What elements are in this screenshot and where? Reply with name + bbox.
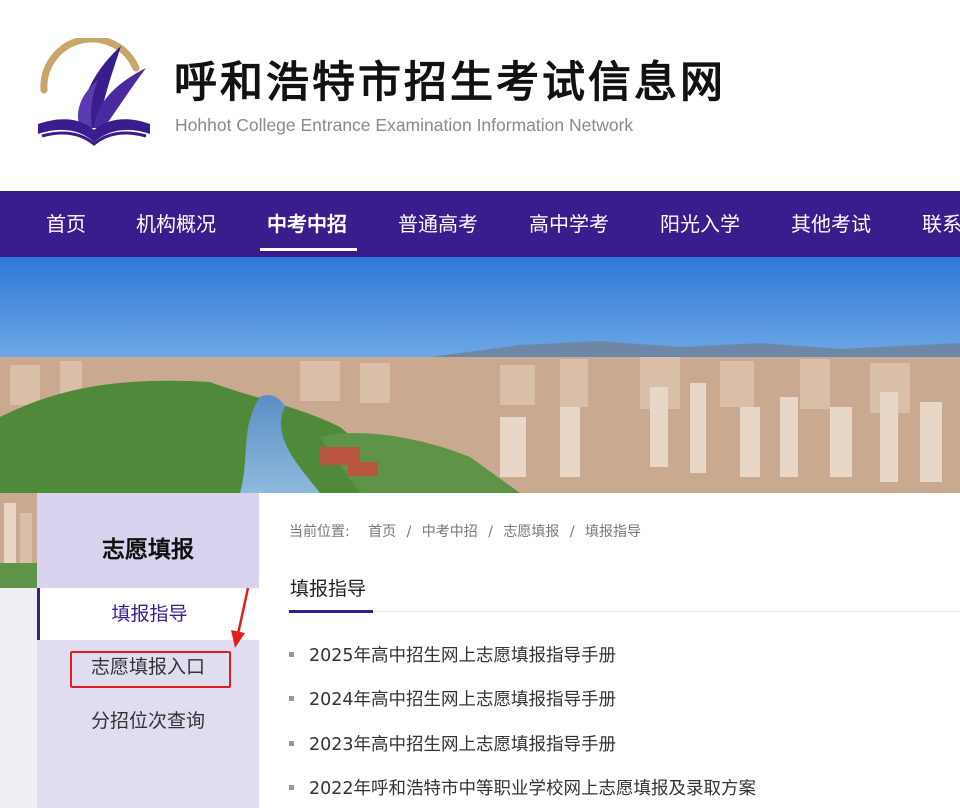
article-link[interactable]: 2023年高中招生网上志愿填报指导手册 xyxy=(309,735,616,755)
breadcrumb-item-zhongkao[interactable]: 中考中招 xyxy=(422,524,478,540)
list-item[interactable]: 2024年高中招生网上志愿填报指导手册 xyxy=(289,686,616,716)
nav-item-other-exams[interactable]: 其他考试 xyxy=(791,191,871,257)
page-left-gutter xyxy=(0,588,37,808)
nav-item-sunshine[interactable]: 阳光入学 xyxy=(660,191,740,257)
bullet-icon xyxy=(289,696,294,701)
site-subtitle: Hohhot College Entrance Examination Info… xyxy=(175,115,634,135)
bullet-icon xyxy=(289,741,294,746)
annotation-highlight-box xyxy=(70,651,231,688)
breadcrumb-separator: / xyxy=(569,524,575,540)
site-header: 呼和浩特市招生考试信息网 Hohhot College Entrance Exa… xyxy=(0,0,960,191)
bullet-icon xyxy=(289,652,294,657)
breadcrumb: 当前位置: 首页 / 中考中招 / 志愿填报 / 填报指导 xyxy=(289,521,647,541)
breadcrumb-separator: / xyxy=(406,524,412,540)
section-title: 填报指导 xyxy=(290,578,367,600)
city-banner-image xyxy=(0,257,960,493)
breadcrumb-item-home[interactable]: 首页 xyxy=(368,524,396,540)
nav-active-underline xyxy=(260,248,357,251)
nav-item-contact[interactable]: 联系 xyxy=(922,191,960,257)
nav-item-xuekao[interactable]: 高中学考 xyxy=(529,191,609,257)
section-divider xyxy=(289,611,960,612)
banner-edge-strip xyxy=(0,493,37,588)
breadcrumb-item-guide[interactable]: 填报指导 xyxy=(585,524,641,540)
breadcrumb-separator: / xyxy=(488,524,493,540)
article-link[interactable]: 2024年高中招生网上志愿填报指导手册 xyxy=(309,690,616,710)
sidebar-item-guide[interactable]: 填报指导 xyxy=(37,588,259,640)
bullet-icon xyxy=(289,785,294,790)
site-logo-icon[interactable] xyxy=(36,38,152,146)
list-item[interactable]: 2022年呼和浩特市中等职业学校网上志愿填报及录取方案 xyxy=(289,775,756,805)
list-item[interactable]: 2025年高中招生网上志愿填报指导手册 xyxy=(289,642,616,672)
breadcrumb-label: 当前位置: xyxy=(289,524,350,540)
nav-item-gaokao[interactable]: 普通高考 xyxy=(398,191,478,257)
article-link[interactable]: 2022年呼和浩特市中等职业学校网上志愿填报及录取方案 xyxy=(309,779,756,799)
main-nav: 首页 机构概况 中考中招 普通高考 高中学考 阳光入学 其他考试 联系 xyxy=(0,191,960,257)
annotation-arrow-icon xyxy=(231,587,250,648)
sidebar-item-rank-query[interactable]: 分招位次查询 xyxy=(37,695,259,747)
article-link[interactable]: 2025年高中招生网上志愿填报指导手册 xyxy=(309,646,616,666)
nav-item-about[interactable]: 机构概况 xyxy=(136,191,216,257)
section-title-underline xyxy=(289,610,373,613)
breadcrumb-item-application[interactable]: 志愿填报 xyxy=(503,524,559,540)
site-title: 呼和浩特市招生考试信息网 xyxy=(174,58,726,108)
nav-item-home[interactable]: 首页 xyxy=(46,191,86,257)
sidebar-title: 志愿填报 xyxy=(37,493,259,588)
list-item[interactable]: 2023年高中招生网上志愿填报指导手册 xyxy=(289,731,616,761)
